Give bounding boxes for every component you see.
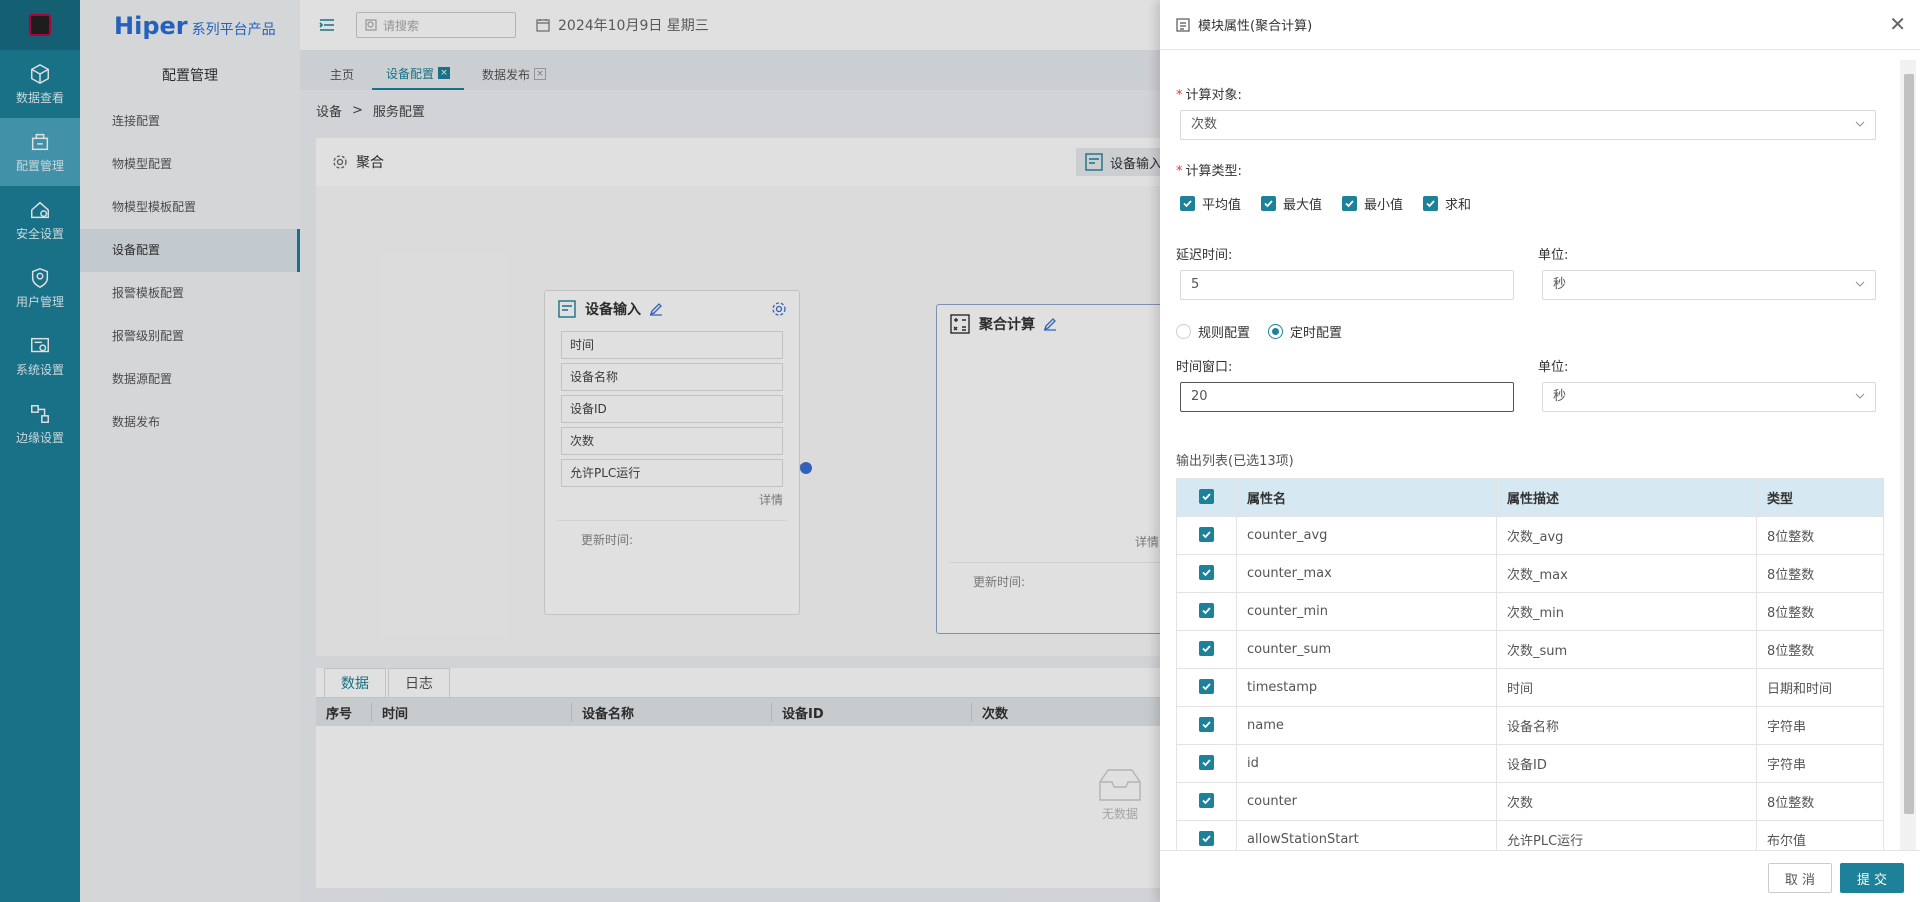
check-icon (1183, 200, 1192, 208)
calc-type-label: * 计算类型: (1176, 164, 1242, 179)
modal-overlay[interactable] (0, 0, 1160, 902)
column-header: 类型 (1756, 478, 1884, 517)
delay-unit-select[interactable]: 秒 (1542, 270, 1876, 300)
table-row[interactable]: counter_avg 次数_avg 8位整数 (1176, 516, 1884, 555)
table-row[interactable]: id 设备ID 字符串 (1176, 744, 1884, 783)
window-label: 时间窗口: (1176, 360, 1233, 375)
checkbox-max[interactable]: 最大值 (1261, 194, 1322, 213)
calc-target-select[interactable]: 次数 (1180, 110, 1876, 140)
check-icon (1202, 797, 1211, 805)
property-name-cell: counter (1236, 782, 1497, 821)
row-checkbox[interactable] (1176, 706, 1237, 745)
table-header-row: 属性名 属性描述 类型 (1176, 478, 1884, 517)
document-icon (1176, 17, 1190, 32)
row-checkbox[interactable] (1176, 554, 1237, 593)
row-checkbox[interactable] (1176, 592, 1237, 631)
drawer-body: * 计算对象: 次数 * 计算类型: 平均值 最大值 最小值 求和 延迟时间: 5 … (1176, 50, 1896, 859)
check-icon (1202, 683, 1211, 691)
row-checkbox[interactable] (1176, 744, 1237, 783)
property-type-cell: 8位整数 (1756, 554, 1884, 593)
check-icon (1202, 645, 1211, 653)
column-header: 属性名 (1236, 478, 1497, 517)
check-icon (1264, 200, 1273, 208)
column-header: 属性描述 (1496, 478, 1757, 517)
chevron-down-icon (1855, 121, 1865, 127)
radio-rule-config[interactable]: 规则配置 (1176, 322, 1250, 341)
table-row[interactable]: counter_max 次数_max 8位整数 (1176, 554, 1884, 593)
check-icon (1202, 759, 1211, 767)
property-desc-cell: 次数_min (1496, 592, 1757, 631)
table-row[interactable]: counter 次数 8位整数 (1176, 782, 1884, 821)
window-unit-select[interactable]: 秒 (1542, 382, 1876, 412)
drawer-footer: 取 消 提 交 (1160, 850, 1920, 902)
property-desc-cell: 设备名称 (1496, 706, 1757, 745)
property-name-cell: timestamp (1236, 668, 1497, 707)
check-icon (1202, 721, 1211, 729)
property-desc-cell: 设备ID (1496, 744, 1757, 783)
drawer-title: 模块属性(聚合计算) (1198, 19, 1313, 34)
checkbox-average[interactable]: 平均值 (1180, 194, 1241, 213)
check-icon (1202, 531, 1211, 539)
chevron-down-icon (1855, 393, 1865, 399)
property-desc-cell: 次数_max (1496, 554, 1757, 593)
delay-label: 延迟时间: (1176, 248, 1233, 263)
checkbox-sum[interactable]: 求和 (1423, 194, 1471, 213)
radio-timed-config[interactable]: 定时配置 (1268, 322, 1342, 341)
table-row[interactable]: counter_sum 次数_sum 8位整数 (1176, 630, 1884, 669)
property-name-cell: counter_avg (1236, 516, 1497, 555)
check-icon (1202, 607, 1211, 615)
window-input[interactable]: 20 (1180, 382, 1514, 412)
submit-button[interactable]: 提 交 (1840, 863, 1904, 893)
row-checkbox[interactable] (1176, 668, 1237, 707)
delay-unit-label: 单位: (1538, 248, 1569, 263)
drawer-scrollbar[interactable] (1900, 60, 1916, 850)
close-icon[interactable]: ✕ (1889, 14, 1906, 34)
select-all-checkbox[interactable] (1176, 478, 1237, 517)
property-desc-cell: 次数 (1496, 782, 1757, 821)
chevron-down-icon (1855, 281, 1865, 287)
row-checkbox[interactable] (1176, 516, 1237, 555)
property-desc-cell: 次数_avg (1496, 516, 1757, 555)
scrollbar-thumb[interactable] (1904, 74, 1914, 814)
output-table: 属性名 属性描述 类型 counter_avg 次数_avg 8位整数 counter… (1176, 478, 1884, 859)
output-list-label: 输出列表(已选13项) (1176, 454, 1294, 469)
property-type-cell: 8位整数 (1756, 592, 1884, 631)
check-icon (1202, 835, 1211, 843)
window-unit-label: 单位: (1538, 360, 1569, 375)
property-desc-cell: 次数_sum (1496, 630, 1757, 669)
table-row[interactable]: timestamp 时间 日期和时间 (1176, 668, 1884, 707)
property-type-cell: 8位整数 (1756, 782, 1884, 821)
property-name-cell: counter_sum (1236, 630, 1497, 669)
row-checkbox[interactable] (1176, 630, 1237, 669)
check-icon (1202, 569, 1211, 577)
row-checkbox[interactable] (1176, 782, 1237, 821)
property-type-cell: 8位整数 (1756, 516, 1884, 555)
cancel-button[interactable]: 取 消 (1768, 863, 1832, 893)
property-type-cell: 8位整数 (1756, 630, 1884, 669)
table-row[interactable]: name 设备名称 字符串 (1176, 706, 1884, 745)
delay-input[interactable]: 5 (1180, 270, 1514, 300)
table-row[interactable]: counter_min 次数_min 8位整数 (1176, 592, 1884, 631)
output-table-body: counter_avg 次数_avg 8位整数 counter_max 次数_max 8位… (1176, 516, 1884, 859)
property-type-cell: 日期和时间 (1756, 668, 1884, 707)
calc-type-group: 平均值 最大值 最小值 求和 (1180, 194, 1471, 213)
property-name-cell: name (1236, 706, 1497, 745)
property-name-cell: counter_min (1236, 592, 1497, 631)
property-name-cell: counter_max (1236, 554, 1497, 593)
calc-target-label: * 计算对象: (1176, 88, 1242, 103)
property-type-cell: 字符串 (1756, 744, 1884, 783)
checkbox-min[interactable]: 最小值 (1342, 194, 1403, 213)
config-mode-radio-group: 规则配置 定时配置 (1176, 322, 1342, 341)
drawer-header: 模块属性(聚合计算) ✕ (1160, 0, 1920, 50)
property-name-cell: id (1236, 744, 1497, 783)
module-properties-drawer: 模块属性(聚合计算) ✕ * 计算对象: 次数 * 计算类型: 平均值 最大值 最小… (1160, 0, 1920, 902)
property-desc-cell: 时间 (1496, 668, 1757, 707)
check-icon (1426, 200, 1435, 208)
check-icon (1345, 200, 1354, 208)
property-type-cell: 字符串 (1756, 706, 1884, 745)
check-icon (1202, 493, 1211, 501)
